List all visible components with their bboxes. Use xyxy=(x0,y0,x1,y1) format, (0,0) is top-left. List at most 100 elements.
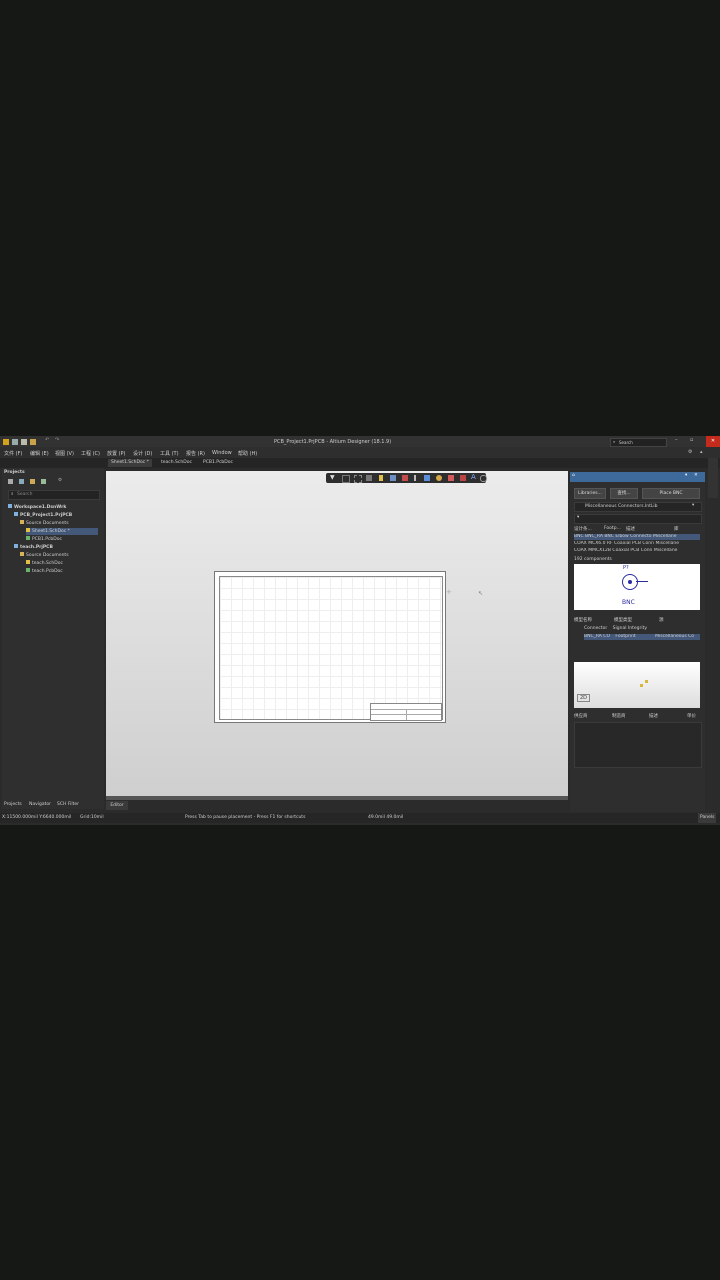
menu-project[interactable]: 工程 (C) xyxy=(81,450,100,457)
text-icon[interactable]: A xyxy=(471,473,476,481)
title-block xyxy=(370,703,442,721)
panels-button[interactable]: Panels xyxy=(698,813,717,823)
move-icon[interactable] xyxy=(342,475,350,483)
wire-icon[interactable] xyxy=(379,475,383,481)
menu-view[interactable]: 视图 (V) xyxy=(55,450,74,457)
schematic-canvas[interactable]: ▼ A ↖ + xyxy=(106,471,568,796)
tree-item-label: Source Documents xyxy=(26,553,69,558)
undo-icon[interactable]: ↶ xyxy=(45,437,49,443)
menu-reports[interactable]: 报告 (R) xyxy=(186,450,205,457)
chevron-down-icon: ▾ xyxy=(577,515,580,520)
tree-item-label: teach.PrjPCB xyxy=(20,545,53,550)
filter-icon[interactable]: ▼ xyxy=(330,474,335,481)
settings-icon[interactable]: ⚙ xyxy=(58,478,62,483)
libraries-panel-header: ⌂ ▾ ✕ xyxy=(570,472,705,482)
sheet-grid xyxy=(219,576,443,720)
app-icon xyxy=(3,438,9,445)
component-filter-input[interactable]: ▾ xyxy=(574,514,702,524)
projects-search-input[interactable]: ⌕ Search xyxy=(8,490,100,500)
part-icon[interactable] xyxy=(436,475,442,481)
tab-projects[interactable]: Projects xyxy=(4,802,22,807)
libraries-button[interactable]: Libraries... xyxy=(574,488,606,499)
tab-navigator[interactable]: Navigator xyxy=(29,802,51,807)
search-button[interactable]: 查找... xyxy=(610,488,638,499)
open-icon[interactable] xyxy=(30,438,36,445)
menu-place[interactable]: 放置 (P) xyxy=(107,450,126,457)
save-icon[interactable] xyxy=(21,438,27,445)
select-icon[interactable] xyxy=(354,475,362,483)
tab-sheet1[interactable]: Sheet1.SchDoc * xyxy=(108,459,152,467)
component-table-header: 设计条... Footp... 描述 库 xyxy=(574,526,679,532)
menu-window[interactable]: Window xyxy=(212,450,232,456)
tab-pcb1[interactable]: PCB1.PcbDoc xyxy=(200,459,236,467)
place-bnc-button[interactable]: Place BNC xyxy=(642,488,700,499)
netlabel-icon[interactable] xyxy=(414,475,416,481)
tree-item[interactable]: Workspace1.DsnWrk xyxy=(8,504,66,511)
tree-item[interactable]: teach.SchDoc xyxy=(26,560,63,567)
tree-item[interactable]: PCB_Project1.PrjPCB xyxy=(14,512,72,519)
model-row[interactable]: Connector Signal Integrity xyxy=(584,626,647,631)
bnc-symbol xyxy=(622,574,638,590)
tree-item[interactable]: teach.PrjPCB xyxy=(14,544,53,551)
align-icon[interactable] xyxy=(366,475,372,481)
view-mode-button[interactable]: 2D xyxy=(577,694,591,702)
project-toolbar-icon[interactable] xyxy=(41,479,46,484)
component-row[interactable]: COAX MCX6.0 RF Coaxial PCB Conn Miscella… xyxy=(574,541,700,547)
active-bar: ▼ A xyxy=(326,473,487,483)
harness-icon[interactable] xyxy=(460,475,466,481)
port-icon[interactable] xyxy=(424,475,430,481)
crosshair-icon: + xyxy=(446,588,452,596)
panel-menu-icon[interactable]: ▾ xyxy=(685,473,687,478)
component-row[interactable]: COAX MMCX12B Coaxial PCB Conn Miscellane xyxy=(574,548,700,553)
tree-item-label: PCB_Project1.PrjPCB xyxy=(20,513,73,518)
pad-marker xyxy=(640,684,643,687)
tree-item[interactable]: Source Documents xyxy=(20,520,69,527)
maximize-button[interactable]: ▫ xyxy=(690,437,693,443)
preview-name: BNC xyxy=(622,599,635,606)
tab-sch-filter[interactable]: SCH Filter xyxy=(57,802,79,807)
menu-file[interactable]: 文件 (F) xyxy=(4,450,22,457)
gear-icon[interactable]: ⚙ xyxy=(688,449,692,455)
bus-icon[interactable] xyxy=(390,475,396,481)
supplier-table-header: 供应商 制造商 描述 单价 xyxy=(574,714,696,719)
schematic-sheet[interactable] xyxy=(214,571,446,723)
component-row[interactable]: BNC BNC_RA BNC Elbow Connecto Miscellane xyxy=(574,534,700,540)
project-tree: Workspace1.DsnWrk PCB_Project1.PrjPCB Sour… xyxy=(2,504,104,624)
mouse-cursor-icon: ↖ xyxy=(478,590,484,597)
tab-teach-schdoc[interactable]: teach.SchDoc xyxy=(158,459,195,467)
tree-item[interactable]: Source Documents xyxy=(20,552,69,559)
document-icon xyxy=(14,544,18,548)
side-properties-tab[interactable] xyxy=(708,458,718,498)
tree-item[interactable]: Sheet1.SchDoc * xyxy=(26,528,98,535)
close-icon[interactable]: ✕ xyxy=(694,473,698,478)
global-search-input[interactable]: ⌕ Search xyxy=(610,438,667,447)
minimize-button[interactable]: – xyxy=(675,437,678,443)
menu-edit[interactable]: 编辑 (E) xyxy=(30,450,49,457)
shape-icon[interactable] xyxy=(480,475,487,482)
directive-icon[interactable] xyxy=(448,475,454,481)
horizontal-scrollbar[interactable] xyxy=(106,796,568,800)
chevron-down-icon: ▾ xyxy=(692,503,695,508)
library-select[interactable]: Miscellaneous Connectors.IntLib ▾ xyxy=(574,502,702,512)
new-icon[interactable] xyxy=(12,438,18,445)
tree-item[interactable]: teach.PcbDoc xyxy=(26,568,63,575)
cursor-coordinates: X:11500.000mil Y:6640.000mil xyxy=(2,815,72,820)
project-toolbar-icon[interactable] xyxy=(19,479,24,484)
component-count: 192 components xyxy=(574,557,612,562)
footprint-preview: 2D xyxy=(574,662,700,708)
tab-editor[interactable]: Editor xyxy=(106,801,128,810)
power-icon[interactable] xyxy=(402,475,408,481)
close-button[interactable]: ✕ xyxy=(706,436,720,447)
menu-tools[interactable]: 工具 (T) xyxy=(160,450,179,457)
project-toolbar-icon[interactable] xyxy=(30,479,35,484)
document-icon xyxy=(20,552,24,556)
project-toolbar-icon[interactable] xyxy=(8,479,13,484)
tree-item-label: Workspace1.DsnWrk xyxy=(14,505,67,510)
notifications-icon[interactable]: ▴ xyxy=(700,449,703,455)
tree-item[interactable]: PCB1.PcbDoc xyxy=(26,536,62,543)
model-row[interactable]: BNC_RA CO Footprint Miscellaneous Co xyxy=(584,634,700,640)
menu-help[interactable]: 帮助 (H) xyxy=(238,450,257,457)
menu-design[interactable]: 设计 (D) xyxy=(133,450,152,457)
redo-icon[interactable]: ↷ xyxy=(55,437,59,443)
search-icon: ⌕ xyxy=(613,439,616,444)
